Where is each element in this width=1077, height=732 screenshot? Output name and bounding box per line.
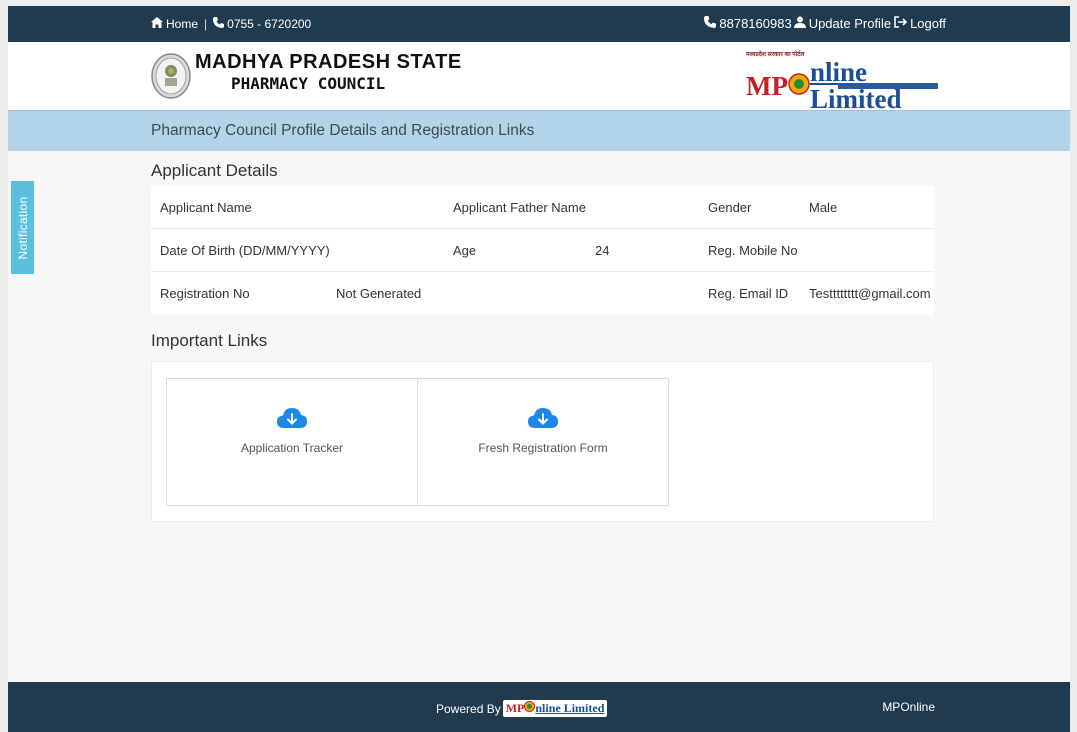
- cloud-download-icon: [528, 407, 558, 434]
- notification-label: Notification: [15, 196, 30, 259]
- table-row: Registration No Not Generated Reg. Email…: [151, 272, 934, 315]
- council-name-line1: MADHYA PRADESH STATE: [195, 51, 462, 73]
- logoff-link[interactable]: Logoff: [894, 16, 946, 31]
- helpline-number: 8878160983: [719, 16, 792, 31]
- application-tracker-label: Application Tracker: [240, 441, 344, 455]
- home-link[interactable]: Home: [151, 17, 198, 31]
- update-profile-label: Update Profile: [808, 16, 892, 31]
- page-title: Pharmacy Council Profile Details and Reg…: [151, 122, 535, 139]
- footer-logo-rest: nline Limited: [535, 701, 605, 715]
- registration-no-label: Registration No: [160, 286, 250, 301]
- notification-tab[interactable]: Notification: [11, 181, 34, 274]
- phone-number: 0755 - 6720200: [227, 17, 312, 31]
- powered-by-label: Powered By: [436, 701, 501, 716]
- fresh-registration-form-label: Fresh Registration Form: [478, 441, 608, 455]
- powered-by: Powered By MP nline Limited: [436, 700, 608, 717]
- top-bar: Home | 0755 - 6720200 8878160983 Update …: [8, 6, 1070, 42]
- important-links-heading: Important Links: [151, 331, 268, 350]
- page-title-band: Pharmacy Council Profile Details and Reg…: [8, 110, 1070, 151]
- email-value: Testttttttt@gmail.com: [809, 286, 931, 301]
- page-frame: Home | 0755 - 6720200 8878160983 Update …: [8, 6, 1070, 732]
- application-tracker-link[interactable]: Application Tracker: [166, 378, 418, 506]
- table-row: Applicant Name Applicant Father Name Gen…: [151, 186, 934, 229]
- mponline-logo: मध्यप्रदेश सरकार का पोर्टल MP nline Limi…: [746, 50, 940, 113]
- table-row: Date Of Birth (DD/MM/YYYY) Age 24 Reg. M…: [151, 229, 934, 272]
- applicant-name-label: Applicant Name: [160, 200, 252, 215]
- site-footer: Powered By MP nline Limited MPOnline: [8, 682, 1070, 732]
- footer-mponline-link[interactable]: MPOnline: [882, 700, 935, 714]
- home-label: Home: [166, 17, 199, 31]
- dob-label: Date Of Birth (DD/MM/YYYY): [160, 243, 330, 258]
- applicant-details-table: Applicant Name Applicant Father Name Gen…: [151, 186, 934, 315]
- age-label: Age: [453, 243, 477, 258]
- user-icon: [793, 16, 806, 31]
- council-name: MADHYA PRADESH STATE PHARMACY COUNCIL: [195, 52, 462, 92]
- important-links-panel: Application Tracker Fresh Registration F…: [151, 361, 934, 522]
- footer-mponline-logo: MP nline Limited: [502, 700, 608, 717]
- age-value: 24: [595, 243, 610, 258]
- mponline-o-emblem-icon: [788, 72, 810, 100]
- fresh-registration-form-link[interactable]: Fresh Registration Form: [417, 378, 669, 506]
- mobile-label: Reg. Mobile No: [708, 243, 798, 258]
- mponline-banner-strip: [838, 83, 938, 89]
- gender-label: Gender: [708, 200, 752, 215]
- applicant-details-heading: Applicant Details: [151, 161, 278, 180]
- logout-icon: [894, 16, 908, 31]
- logoff-label: Logoff: [910, 16, 946, 31]
- email-label: Reg. Email ID: [708, 286, 789, 301]
- update-profile-link[interactable]: Update Profile: [793, 16, 892, 31]
- cloud-download-icon: [277, 407, 307, 434]
- registration-no-value: Not Generated: [336, 286, 422, 301]
- home-icon: [151, 17, 163, 31]
- council-emblem-logo: [151, 52, 191, 100]
- mponline-mp-text: MP: [746, 70, 788, 101]
- footer-logo-mp: MP: [505, 701, 525, 715]
- council-name-line2: PHARMACY COUNCIL: [231, 74, 386, 93]
- gender-value: Male: [809, 200, 838, 215]
- separator: |: [204, 17, 208, 31]
- phone-icon: [704, 16, 717, 31]
- phone-icon: [213, 17, 225, 31]
- site-header: MADHYA PRADESH STATE PHARMACY COUNCIL मध…: [8, 42, 1070, 113]
- father-name-label: Applicant Father Name: [453, 200, 586, 215]
- footer-logo-emblem-icon: [524, 701, 536, 716]
